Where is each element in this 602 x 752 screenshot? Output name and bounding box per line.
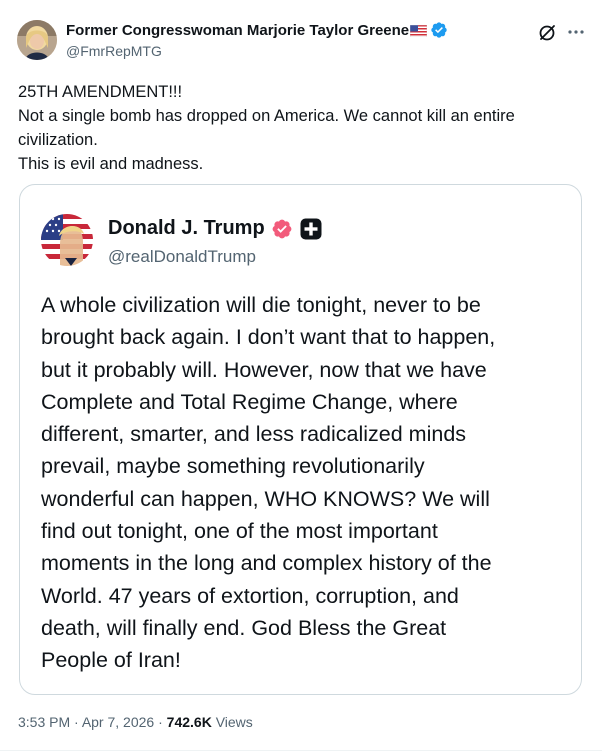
views-count[interactable]: 742.6K xyxy=(167,714,212,730)
tweet: Former Congresswoman Marjorie Taylor Gre… xyxy=(0,0,602,752)
quoted-text-line: death, will finally end. God Bless the G… xyxy=(41,615,447,640)
quoted-text-line: A whole civilization will die tonight, n… xyxy=(41,293,481,317)
tweet-text-line: This is evil and madness. xyxy=(18,155,204,173)
meta-separator: · xyxy=(70,714,82,730)
quoted-author-name[interactable]: Donald J. Trump xyxy=(108,217,322,240)
quoted-text-line: moments in the long and complex history … xyxy=(41,551,492,576)
tweet-text: 25TH AMENDMENT!!! Not a single bomb has … xyxy=(18,80,578,176)
plus-icon[interactable] xyxy=(300,218,322,240)
quoted-text-line: People of Iran! xyxy=(41,648,181,673)
author-name[interactable]: Former Congresswoman Marjorie Taylor Gre… xyxy=(66,21,448,39)
views-label: Views xyxy=(211,714,253,730)
quoted-text-line: wonderful can happen, WHO KNOWS? We will xyxy=(41,486,490,511)
post-date[interactable]: Apr 7, 2026 xyxy=(82,714,154,730)
quoted-author-handle[interactable]: @realDonaldTrump xyxy=(108,247,256,267)
tweet-text-line: Not a single bomb has dropped on America… xyxy=(18,107,515,125)
quoted-text-line: Complete and Total Regime Change, where xyxy=(41,389,458,414)
more-icon[interactable] xyxy=(566,22,586,42)
meta-separator: · xyxy=(154,714,167,730)
us-flag-icon xyxy=(409,24,428,38)
quoted-text-line: find out tonight, one of the most import… xyxy=(41,519,438,544)
pink-verified-badge-icon[interactable] xyxy=(271,218,293,240)
grok-icon[interactable] xyxy=(537,23,557,43)
verified-badge-icon[interactable] xyxy=(430,21,448,39)
bottom-divider xyxy=(0,750,602,751)
author-avatar-image xyxy=(17,20,57,60)
quoted-text-line: brought back again. I don’t want that to… xyxy=(41,325,496,350)
quoted-author-avatar[interactable] xyxy=(41,214,93,266)
post-time[interactable]: 3:53 PM xyxy=(18,714,70,730)
quoted-post-text: A whole civilization will die tonight, n… xyxy=(41,289,571,677)
quoted-text-line: World. 47 years of extortion, corruption… xyxy=(41,583,459,608)
quoted-text-line: but it probably will. However, now that … xyxy=(41,357,487,382)
quoted-text-line: different, smarter, and less radicalized… xyxy=(41,422,467,447)
quoted-post-card[interactable]: Donald J. Trump @realDonaldTrump A whole… xyxy=(19,184,582,695)
quoted-author-name-text[interactable]: Donald J. Trump xyxy=(108,217,265,240)
tweet-text-line: 25TH AMENDMENT!!! xyxy=(18,83,183,101)
tweet-meta: 3:53 PM · Apr 7, 2026 · 742.6K Views xyxy=(18,714,253,730)
author-name-text[interactable]: Former Congresswoman Marjorie Taylor Gre… xyxy=(66,22,409,39)
author-avatar[interactable] xyxy=(17,20,57,60)
quoted-author-avatar-image xyxy=(41,214,93,266)
quoted-text-line: prevail, maybe something revolutionarily xyxy=(41,454,425,479)
tweet-text-line: civilization. xyxy=(18,131,98,149)
author-handle[interactable]: @FmrRepMTG xyxy=(66,43,162,59)
